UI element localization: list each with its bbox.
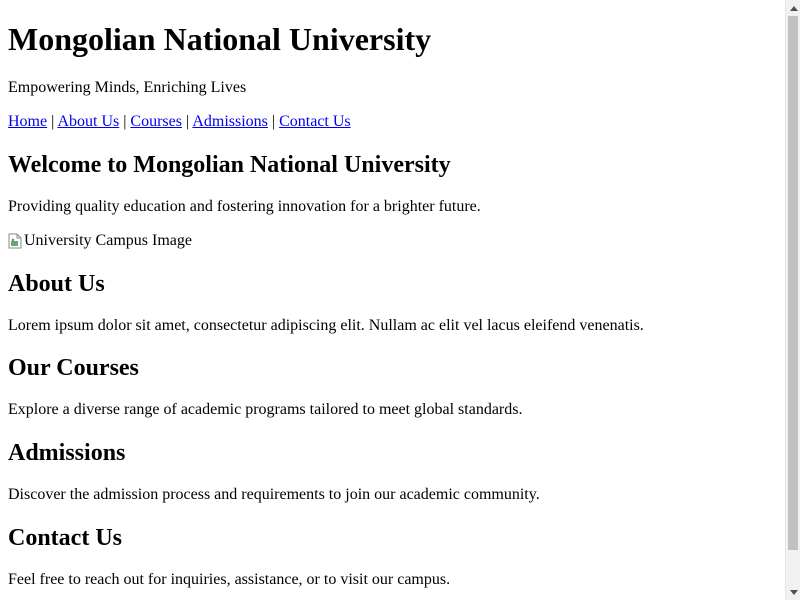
about-heading: About Us (8, 271, 105, 297)
nav-link-courses[interactable]: Courses (130, 113, 182, 130)
about-text: Lorem ipsum dolor sit amet, consectetur … (8, 317, 644, 334)
site-tagline: Empowering Minds, Enriching Lives (8, 79, 247, 96)
nav-separator: | (271, 113, 280, 130)
courses-text: Explore a diverse range of academic prog… (8, 401, 523, 418)
courses-heading: Our Courses (8, 355, 139, 381)
contact-text: Feel free to reach out for inquiries, as… (8, 571, 451, 588)
welcome-text: Providing quality education and fosterin… (8, 198, 481, 215)
main-nav: Home | About Us | Courses | Admissions |… (8, 112, 351, 132)
vertical-scrollbar[interactable] (785, 0, 800, 600)
scrollbar-thumb[interactable] (788, 16, 798, 550)
site-title: Mongolian National University (8, 21, 432, 57)
welcome-heading: Welcome to Mongolian National University (8, 152, 451, 178)
nav-link-about-us[interactable]: About Us (57, 113, 119, 130)
scroll-down-arrow-icon[interactable] (786, 584, 800, 600)
nav-link-admissions[interactable]: Admissions (192, 113, 268, 130)
broken-image-icon (8, 233, 22, 249)
contact-heading: Contact Us (8, 525, 122, 551)
campus-image: University Campus Image (8, 231, 192, 251)
campus-image-alt-text: University Campus Image (24, 232, 192, 249)
admissions-text: Discover the admission process and requi… (8, 486, 540, 503)
page-viewport: Mongolian National University Empowering… (0, 0, 785, 600)
admissions-heading: Admissions (8, 440, 126, 466)
nav-link-contact-us[interactable]: Contact Us (279, 113, 351, 130)
nav-link-home[interactable]: Home (8, 113, 47, 130)
scroll-up-arrow-icon[interactable] (786, 0, 800, 16)
